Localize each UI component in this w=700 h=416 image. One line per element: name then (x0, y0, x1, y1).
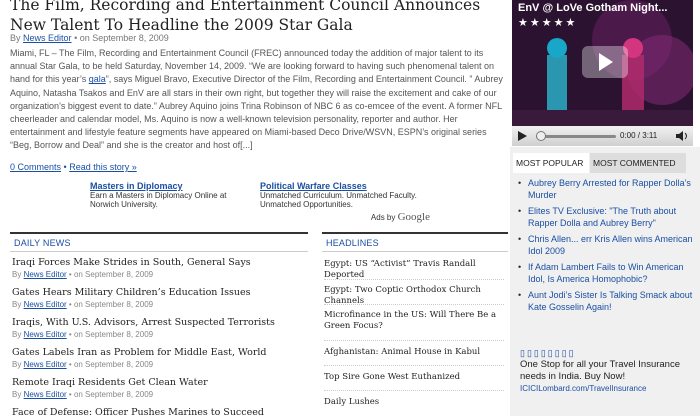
main-column: The Film, Recording and Entertainment Co… (0, 0, 510, 416)
list-item[interactable]: Face of Defense: Officer Pushes Marines … (12, 406, 308, 416)
headline-link[interactable]: Afghanistan: Animal House in Kabul (324, 341, 504, 366)
play-overlay-icon[interactable] (582, 46, 628, 78)
headline-link[interactable]: Daily Lushes (324, 391, 504, 415)
popular-item[interactable]: If Adam Lambert Fails to Win American Id… (516, 261, 696, 285)
popular-item[interactable]: Elites TV Exclusive: "The Truth about Ra… (516, 205, 696, 229)
sidebar-tabs: MOST POPULAR MOST COMMENTED (510, 153, 700, 173)
ads-by-google[interactable]: Ads by Google (371, 211, 430, 223)
headlines-list: Egypt: US “Activist” Travis Randall Depo… (324, 256, 504, 415)
video-player[interactable]: EnV @ LoVe Gotham Night... ★★★★★ 0:00 / … (512, 0, 693, 146)
news-meta: By News Editor • on September 8, 2009 (12, 270, 154, 279)
ad-political-warfare[interactable]: Political Warfare Classes Unmatched Curr… (260, 181, 420, 209)
ad-text: Earn a Masters in Diplomacy Online at No… (90, 191, 227, 209)
list-item[interactable]: Gates Hears Military Children’s Educatio… (12, 286, 308, 316)
headlines-heading: HEADLINES (322, 232, 508, 252)
google-ads: Masters in Diplomacy Earn a Masters in D… (90, 181, 430, 229)
ad-link[interactable]: ICICILombard.com/TravelInsurance (520, 383, 690, 395)
news-meta: By News Editor • on September 8, 2009 (12, 390, 154, 399)
author-link[interactable]: News Editor (24, 270, 67, 279)
ad-text: Unmatched Curriculum. Unmatched Faculty.… (260, 191, 417, 209)
article-title[interactable]: The Film, Recording and Entertainment Co… (10, 0, 508, 35)
list-item[interactable]: Gates Labels Iran as Problem for Middle … (12, 346, 308, 376)
news-date: on September 8, 2009 (73, 270, 154, 279)
news-date: on September 8, 2009 (73, 330, 154, 339)
news-title[interactable]: Iraqi Forces Make Strides in South, Gene… (12, 256, 308, 270)
news-date: on September 8, 2009 (73, 300, 154, 309)
list-item[interactable]: Iraqi Forces Make Strides in South, Gene… (12, 256, 308, 286)
news-meta: By News Editor • on September 8, 2009 (12, 300, 154, 309)
daily-news-list: Iraqi Forces Make Strides in South, Gene… (12, 256, 308, 416)
video-controls: 0:00 / 3:11 (512, 126, 693, 146)
ad-title[interactable]: Masters in Diplomacy (90, 181, 250, 191)
popular-item[interactable]: Chris Allen... err Kris Allen wins Ameri… (516, 233, 696, 257)
ad-title[interactable]: Political Warfare Classes (260, 181, 420, 191)
author-link[interactable]: News Editor (24, 360, 67, 369)
play-icon[interactable] (517, 130, 529, 142)
tab-most-popular[interactable]: MOST POPULAR (513, 153, 589, 173)
google-logo: Google (397, 211, 430, 223)
news-title[interactable]: Iraqis, With U.S. Advisors, Arrest Suspe… (12, 316, 308, 330)
ad-masters-diplomacy[interactable]: Masters in Diplomacy Earn a Masters in D… (90, 181, 250, 209)
popular-item[interactable]: Aubrey Berry Arrested for Rapper Dolla’s… (516, 177, 696, 201)
author-link[interactable]: News Editor (24, 300, 67, 309)
read-more-link[interactable]: Read this story » (69, 162, 137, 172)
byline-prefix: By (10, 33, 21, 43)
headline-link[interactable]: Top Sire Gone West Euthanized (324, 366, 504, 391)
author-link[interactable]: News Editor (24, 330, 67, 339)
news-title[interactable]: Gates Hears Military Children’s Educatio… (12, 286, 308, 300)
actions-separator: • (63, 162, 67, 172)
news-date: on September 8, 2009 (73, 360, 154, 369)
article-body: Miami, FL – The Film, Recording and Ente… (10, 47, 506, 153)
video-time: 0:00 / 3:11 (620, 131, 658, 140)
rating-stars: ★★★★★ (518, 17, 578, 29)
ad-text: One Stop for all your Travel Insurance n… (520, 359, 680, 382)
article-actions: 0 Comments • Read this story » (10, 162, 137, 172)
tab-most-commented[interactable]: MOST COMMENTED (590, 153, 686, 173)
byline-separator: • (74, 33, 78, 43)
news-meta: By News Editor • on September 8, 2009 (12, 330, 154, 339)
news-date: on September 8, 2009 (73, 390, 154, 399)
article-body-part-2: ”, says Miguel Bravo, Executive Director… (10, 74, 503, 151)
headline-link[interactable]: Microfinance in the US: Will There Be a … (324, 305, 504, 341)
gala-link[interactable]: gala (89, 74, 106, 84)
play-triangle-icon (599, 53, 613, 71)
article-byline: By News Editor • on September 8, 2009 (10, 33, 169, 43)
ads-by-label: Ads by (370, 213, 396, 222)
progress-handle[interactable] (536, 131, 546, 141)
headline-link[interactable]: Egypt: Two Coptic Orthodox Church Channe… (324, 280, 504, 306)
popular-item[interactable]: Aunt Jodi’s Sister Is Talking Smack abou… (516, 289, 696, 313)
ad-broken-glyphs: ▯▯▯▯▯▯▯▯ (520, 348, 576, 358)
author-link[interactable]: News Editor (23, 33, 72, 43)
author-link[interactable]: News Editor (24, 390, 67, 399)
headline-link[interactable]: Egypt: US “Activist” Travis Randall Depo… (324, 256, 504, 280)
news-meta: By News Editor • on September 8, 2009 (12, 360, 154, 369)
comments-link[interactable]: 0 Comments (10, 162, 61, 172)
news-title[interactable]: Face of Defense: Officer Pushes Marines … (12, 406, 308, 416)
list-item[interactable]: Iraqis, With U.S. Advisors, Arrest Suspe… (12, 316, 308, 346)
video-title[interactable]: EnV @ LoVe Gotham Night... (518, 2, 667, 14)
daily-news-heading: DAILY NEWS (10, 232, 308, 252)
volume-icon[interactable] (675, 130, 689, 142)
insurance-ad[interactable]: ▯▯▯▯▯▯▯▯ One Stop for all your Travel In… (520, 347, 690, 395)
news-title[interactable]: Remote Iraqi Residents Get Clean Water (12, 376, 308, 390)
most-popular-list: Aubrey Berry Arrested for Rapper Dolla’s… (516, 177, 696, 317)
news-title[interactable]: Gates Labels Iran as Problem for Middle … (12, 346, 308, 360)
progress-track[interactable] (536, 135, 616, 138)
article-date: on September 8, 2009 (79, 33, 169, 43)
list-item[interactable]: Remote Iraqi Residents Get Clean Water B… (12, 376, 308, 406)
